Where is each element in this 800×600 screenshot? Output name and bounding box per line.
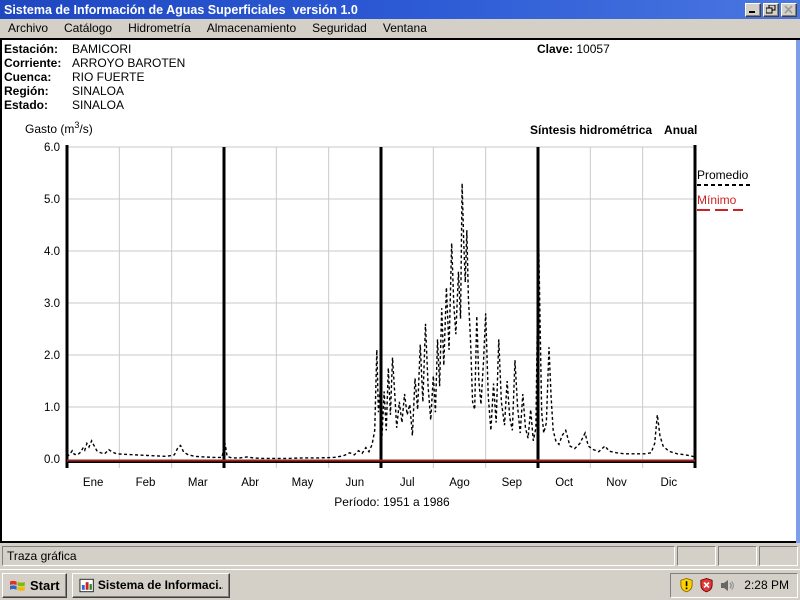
period-label: Período: 1951 a 1986 (302, 495, 482, 509)
x-tick-label: Oct (555, 477, 574, 489)
status-panel (759, 546, 798, 566)
station-info: Estación: BAMICORI Corriente: ARROYO BAR… (4, 42, 185, 112)
chart-legend: Promedio Mínimo (697, 168, 752, 218)
x-tick-label: Feb (136, 477, 156, 489)
clock[interactable]: 2:28 PM (740, 578, 789, 592)
hydrograph-chart: 0.0 1.0 2.0 3.0 4.0 5.0 6.0 Ene Feb Mar Abr May Jun J… (2, 125, 800, 520)
app-icon (79, 578, 94, 593)
station-value: ARROYO BAROTEN (72, 56, 185, 70)
start-button[interactable]: Start (2, 573, 67, 598)
station-value: SINALOA (72, 98, 124, 112)
x-tick-label: Mar (188, 477, 208, 489)
status-bar: Traza gráfica (0, 543, 800, 569)
menu-item-archivo[interactable]: Archivo (0, 19, 56, 38)
system-tray: 2:28 PM (670, 573, 798, 598)
clave-field: Clave: 10057 (537, 42, 610, 56)
status-text: Traza gráfica (7, 549, 77, 563)
y-tick-label: 3.0 (44, 298, 60, 310)
y-tick-label: 6.0 (44, 142, 60, 154)
client-area: Estación: BAMICORI Corriente: ARROYO BAR… (0, 38, 800, 543)
legend-promedio-label: Promedio (697, 168, 748, 182)
station-value: RIO FUERTE (72, 70, 144, 84)
task-label: Sistema de Informaci... (98, 578, 223, 592)
menu-item-catalogo[interactable]: Catálogo (56, 19, 120, 38)
taskbar-task-sias[interactable]: Sistema de Informaci... (72, 573, 230, 598)
window-title: Sistema de Información de Aguas Superfic… (0, 3, 358, 17)
dashed-line-swatch (697, 184, 752, 186)
station-row: Corriente: ARROYO BAROTEN (4, 56, 185, 70)
legend-minimo: Mínimo (697, 193, 752, 211)
station-label: Corriente: (4, 56, 72, 70)
status-message-panel: Traza gráfica (2, 546, 675, 566)
station-label: Región: (4, 84, 72, 98)
window-controls (745, 3, 800, 17)
x-tick-label: Jun (346, 477, 365, 489)
station-row: Estación: BAMICORI (4, 42, 185, 56)
menu-item-seguridad[interactable]: Seguridad (304, 19, 375, 38)
y-tick-label: 4.0 (44, 246, 60, 258)
windows-logo-icon (9, 578, 26, 593)
x-tick-label: Dic (661, 477, 678, 489)
restore-button[interactable] (763, 3, 779, 17)
x-tick-label: May (292, 477, 314, 489)
y-tick-label: 5.0 (44, 194, 60, 206)
y-tick-label: 0.0 (44, 454, 60, 466)
station-label: Estación: (4, 42, 72, 56)
legend-minimo-label: Mínimo (697, 193, 736, 207)
station-row: Región: SINALOA (4, 84, 185, 98)
x-tick-label: Abr (241, 477, 259, 489)
clave-label: Clave: (537, 42, 573, 56)
menu-bar: Archivo Catálogo Hidrometría Almacenamie… (0, 19, 800, 38)
y-tick-label: 1.0 (44, 402, 60, 414)
start-label: Start (30, 578, 60, 593)
station-label: Cuenca: (4, 70, 72, 84)
legend-promedio: Promedio (697, 168, 752, 186)
y-tick-label: 2.0 (44, 350, 60, 362)
window-right-border (796, 40, 800, 567)
station-label: Estado: (4, 98, 72, 112)
close-icon (784, 5, 794, 14)
minimize-icon (748, 5, 758, 14)
menu-item-hidrometria[interactable]: Hidrometría (120, 19, 199, 38)
title-bar: Sistema de Información de Aguas Superfic… (0, 0, 800, 19)
menu-item-ventana[interactable]: Ventana (375, 19, 435, 38)
taskbar: Start Sistema de Informaci... 2:28 PM (0, 569, 800, 600)
security-alert-shield-icon[interactable] (679, 577, 694, 593)
x-tick-label: Nov (606, 477, 627, 489)
volume-icon[interactable] (719, 578, 735, 593)
status-panel (718, 546, 757, 566)
menu-item-almacenamiento[interactable]: Almacenamiento (199, 19, 304, 38)
station-value: SINALOA (72, 84, 124, 98)
clave-value: 10057 (576, 42, 609, 56)
x-tick-label: Jul (400, 477, 415, 489)
x-tick-label: Sep (502, 477, 522, 489)
x-tick-label: Ene (83, 477, 103, 489)
app-window: Sistema de Información de Aguas Superfic… (0, 0, 800, 569)
x-tick-label: Ago (449, 477, 469, 489)
station-value: BAMICORI (72, 42, 131, 56)
security-blocked-shield-icon[interactable] (699, 577, 714, 593)
station-row: Estado: SINALOA (4, 98, 185, 112)
station-row: Cuenca: RIO FUERTE (4, 70, 185, 84)
red-line-swatch (697, 209, 743, 211)
minimize-button[interactable] (745, 3, 761, 17)
restore-icon (766, 5, 776, 14)
close-button[interactable] (781, 3, 797, 17)
status-panel (677, 546, 716, 566)
